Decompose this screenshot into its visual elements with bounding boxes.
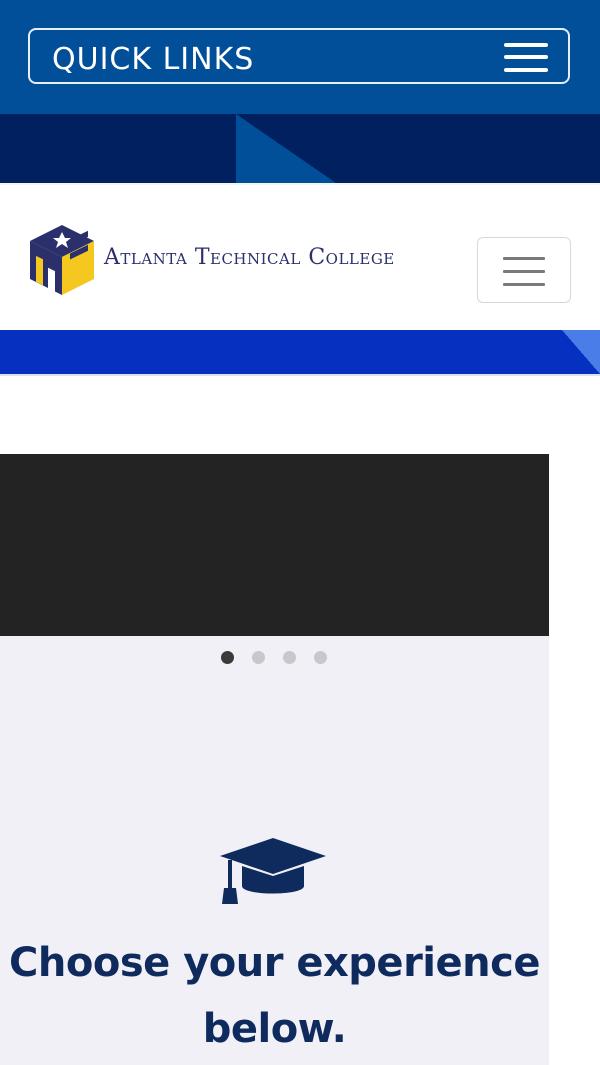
decorative-band-blue bbox=[0, 330, 600, 374]
carousel-dot[interactable] bbox=[221, 651, 234, 664]
divider bbox=[0, 374, 600, 376]
decorative-triangle bbox=[236, 114, 336, 183]
carousel-dot[interactable] bbox=[252, 651, 265, 664]
college-logo-icon[interactable] bbox=[26, 221, 98, 299]
carousel-slide[interactable] bbox=[0, 454, 549, 636]
carousel-dot[interactable] bbox=[283, 651, 296, 664]
hamburger-icon bbox=[504, 41, 548, 73]
hamburger-line bbox=[503, 270, 545, 273]
experience-heading: Choose your experience below. bbox=[9, 940, 540, 1052]
quick-links-bar: QUICK LINKS bbox=[0, 0, 600, 114]
carousel-dot[interactable] bbox=[314, 651, 327, 664]
graduation-cap-icon bbox=[218, 836, 328, 908]
decorative-corner bbox=[562, 330, 600, 374]
quick-links-label: QUICK LINKS bbox=[52, 42, 255, 77]
decorative-band-dark bbox=[0, 114, 600, 183]
quick-links-button[interactable]: QUICK LINKS bbox=[28, 28, 570, 84]
site-header: Atlanta Technical College bbox=[0, 183, 600, 332]
hamburger-line bbox=[503, 283, 545, 286]
main-menu-toggle-button[interactable] bbox=[477, 237, 571, 303]
college-name[interactable]: Atlanta Technical College bbox=[104, 245, 395, 270]
hamburger-line bbox=[503, 257, 545, 260]
